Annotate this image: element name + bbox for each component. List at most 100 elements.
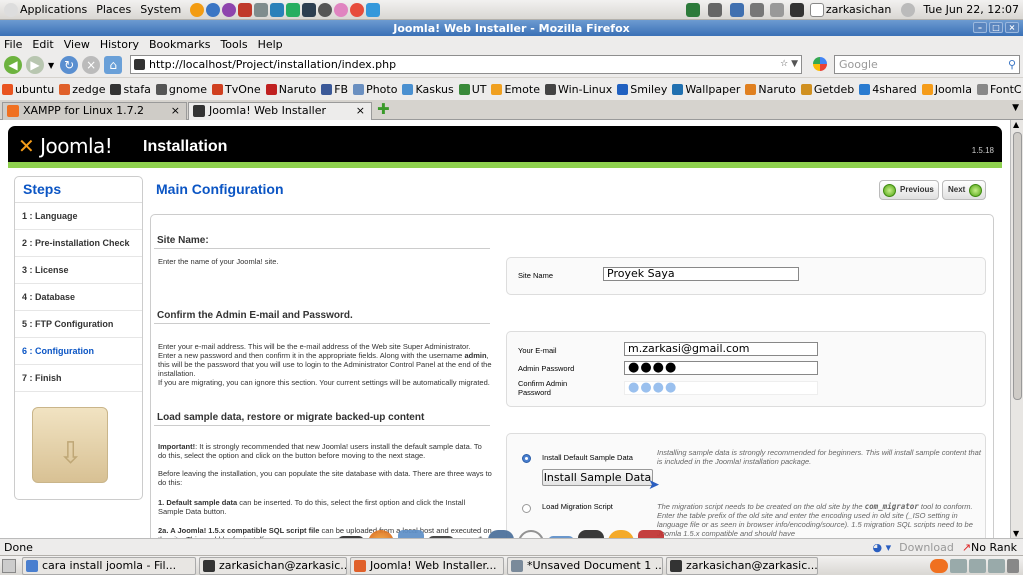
window-titlebar[interactable]: Joomla! Web Installer - Mozilla Firefox … (0, 20, 1023, 36)
chat-bubble-launcher-icon[interactable] (334, 2, 349, 17)
bookmark-emote[interactable]: Emote (491, 83, 540, 96)
google-icon[interactable] (813, 57, 827, 71)
workspace-switcher[interactable] (930, 558, 1019, 573)
clock[interactable]: Tue Jun 22, 12:07 (923, 3, 1019, 16)
install-sample-label[interactable]: Install Default Sample Data (542, 453, 633, 462)
ubuntu-icon[interactable] (930, 558, 948, 573)
bookmark-joomla[interactable]: Joomla (921, 83, 972, 96)
previous-button[interactable]: Previous (879, 180, 939, 200)
rank-status[interactable]: ↗No Rank (962, 541, 1017, 554)
launcher-icons[interactable] (190, 2, 382, 17)
home-icon[interactable]: ⌂ (104, 56, 123, 74)
bookmark-ubuntu[interactable]: ubuntu (2, 83, 54, 96)
chat-launcher-icon[interactable] (222, 2, 237, 17)
admin-password-input[interactable]: ●●●● (624, 361, 818, 375)
forward-icon[interactable]: ▶ (26, 56, 44, 74)
minimize-button[interactable]: – (973, 22, 987, 33)
tab-joomla-installer[interactable]: Joomla! Web Installer × (188, 102, 372, 121)
bookmark-4shared[interactable]: 4shared (859, 83, 917, 96)
download-status[interactable]: Download (899, 541, 954, 554)
network-launcher-icon[interactable] (270, 2, 285, 17)
new-tab-icon[interactable]: ✚ (377, 102, 390, 117)
opera-launcher-icon[interactable] (350, 2, 365, 17)
load-migration-radio[interactable] (522, 504, 531, 513)
url-bar[interactable]: http://localhost/Project/installation/in… (130, 55, 802, 74)
close-tab-icon[interactable]: × (171, 103, 180, 119)
mail-icon[interactable] (769, 2, 784, 17)
confirm-password-input[interactable]: ●●●● (624, 381, 818, 395)
menu-file[interactable]: File (4, 38, 22, 51)
taskbar-item[interactable]: zarkasichan@zarkasic... (666, 556, 818, 575)
load-migration-label[interactable]: Load Migration Script (542, 502, 613, 511)
bookmark-stafa[interactable]: stafa (110, 83, 151, 96)
network-icon[interactable] (789, 2, 804, 17)
screen-launcher-icon[interactable] (302, 2, 317, 17)
taskbar-item[interactable]: zarkasichan@zarkasic... (199, 556, 347, 575)
show-desktop-icon[interactable] (2, 558, 16, 573)
taskbar-item[interactable]: cara install joomla - Fil... (22, 556, 196, 575)
power-launcher-icon[interactable] (238, 2, 253, 17)
bookmark-fontc[interactable]: FontC (976, 83, 1022, 96)
camera-launcher-icon[interactable] (318, 2, 333, 17)
install-sample-radio[interactable] (522, 454, 531, 463)
menu-view[interactable]: View (64, 38, 90, 51)
bookmark-kaskus[interactable]: Kaskus (402, 83, 454, 96)
bookmark-naruto[interactable]: Naruto (745, 83, 796, 96)
close-tab-icon[interactable]: × (356, 103, 365, 119)
firefox-launcher-icon[interactable] (190, 2, 205, 17)
terminal-launcher-icon[interactable] (286, 2, 301, 17)
bookmark-wallpaper[interactable]: Wallpaper (672, 83, 740, 96)
bookmark-fb[interactable]: FB (321, 83, 348, 96)
install-sample-data-button[interactable]: Install Sample Data (542, 469, 653, 486)
scroll-down-icon[interactable]: ▼ (1013, 529, 1019, 538)
tab-list-icon[interactable]: ▼ (1012, 103, 1019, 113)
battery-icon[interactable] (707, 2, 722, 17)
trash-icon[interactable] (1007, 558, 1019, 573)
scroll-thumb[interactable] (1013, 132, 1022, 400)
scroll-up-icon[interactable]: ▲ (1013, 120, 1019, 129)
username[interactable]: zarkasichan (826, 3, 891, 16)
vertical-scrollbar[interactable]: ▲ ▼ (1010, 120, 1023, 538)
taskbar-item[interactable]: *Unsaved Document 1 ... (507, 556, 663, 575)
search-input[interactable]: Google ⚲ (813, 55, 1020, 74)
back-icon[interactable]: ◀ (4, 56, 22, 74)
bookmark-win-linux[interactable]: Win-Linux (544, 83, 612, 96)
status-addon-icon[interactable]: ◕ ▾ (873, 541, 892, 554)
bookmark-gnome[interactable]: gnome (155, 83, 207, 96)
bookmark-naruto[interactable]: Naruto (265, 83, 316, 96)
menu-edit[interactable]: Edit (32, 38, 53, 51)
site-name-input[interactable]: Proyek Saya (603, 267, 799, 281)
bookmark-zedge[interactable]: zedge (59, 83, 105, 96)
system-menu[interactable]: System (140, 3, 181, 16)
menu-help[interactable]: Help (258, 38, 283, 51)
help-launcher-icon[interactable] (206, 2, 221, 17)
menu-history[interactable]: History (100, 38, 139, 51)
bookmark-getdeb[interactable]: Getdeb (800, 83, 854, 96)
maximize-button[interactable]: □ (989, 22, 1003, 33)
monitor-launcher-icon[interactable] (254, 2, 269, 17)
places-menu[interactable]: Places (96, 3, 131, 16)
bluetooth-icon[interactable] (729, 2, 744, 17)
taskbar-item[interactable]: Joomla! Web Installer... (350, 556, 504, 575)
close-window-button[interactable]: × (1005, 22, 1019, 33)
workspace-1[interactable] (950, 558, 967, 573)
history-dropdown-icon[interactable]: ▼ (48, 61, 54, 70)
bookmark-photo[interactable]: Photo (353, 83, 397, 96)
bookmark-tvone[interactable]: TvOne (212, 83, 261, 96)
shutdown-icon[interactable] (901, 2, 916, 17)
workspace-3[interactable] (988, 558, 1005, 573)
bookmark-smiley[interactable]: Smiley (617, 83, 667, 96)
menu-tools[interactable]: Tools (220, 38, 247, 51)
next-button[interactable]: Next (942, 180, 986, 200)
applications-menu[interactable]: Applications (4, 2, 87, 17)
url-dropdown-icon[interactable]: ☆ ▼ (780, 56, 798, 73)
email-input[interactable]: m.zarkasi@gmail.com (624, 342, 818, 356)
search-magnifier-icon[interactable]: ⚲ (1008, 56, 1016, 73)
stop-icon[interactable]: × (82, 56, 101, 74)
volume-icon[interactable] (749, 2, 764, 17)
tab-xampp[interactable]: XAMPP for Linux 1.7.2 × (2, 102, 187, 120)
bookmark-ut[interactable]: UT (458, 83, 486, 96)
tray-app-icon[interactable] (685, 2, 700, 17)
wifi-launcher-icon[interactable] (366, 2, 381, 17)
reload-icon[interactable]: ↻ (60, 56, 79, 74)
